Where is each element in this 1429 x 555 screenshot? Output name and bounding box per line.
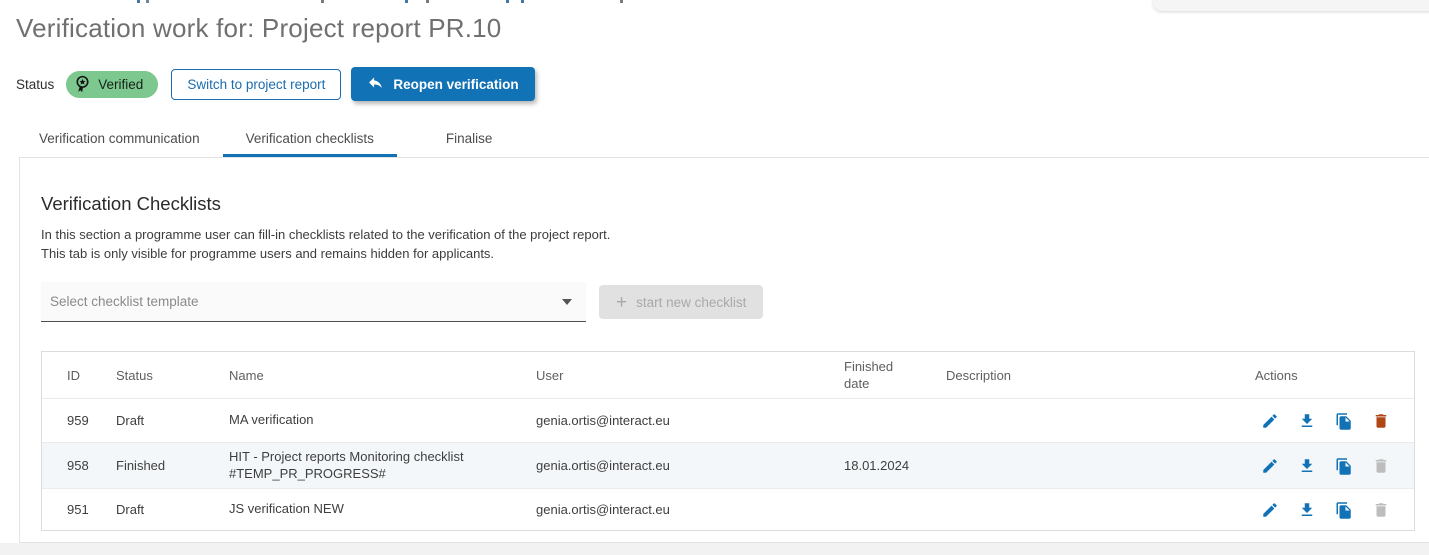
header-finished-date: Finished date (844, 358, 946, 392)
clipped-text-fragment (506, 0, 509, 3)
table-row: 958 Finished HIT - Project reports Monit… (42, 442, 1414, 488)
header-name: Name (229, 368, 536, 383)
undo-arrow-icon (367, 74, 384, 94)
delete-trash-icon-disabled[interactable] (1372, 457, 1390, 475)
download-icon[interactable] (1298, 412, 1316, 430)
checklist-controls: Select checklist template + start new ch… (41, 282, 1429, 322)
clipped-text-fragment (620, 0, 623, 3)
section-description-line1: In this section a programme user can fil… (41, 226, 1429, 245)
row-name: HIT - Project reports Monitoring checkli… (229, 449, 536, 482)
row-finished-date: 18.01.2024 (844, 458, 946, 473)
row-id: 951 (42, 502, 116, 517)
copy-document-icon[interactable] (1335, 501, 1353, 519)
edit-pencil-icon[interactable] (1261, 501, 1279, 519)
row-name: JS verification NEW (229, 501, 536, 518)
clipped-text-fragment (321, 0, 324, 3)
status-badge: Verified (66, 71, 158, 98)
tab-verification-checklists[interactable]: Verification checklists (223, 120, 397, 157)
clipped-text-fragment (521, 0, 524, 3)
section-heading: Verification Checklists (41, 193, 1429, 215)
table-row: 959 Draft MA verification genia.ortis@in… (42, 398, 1414, 442)
row-id: 958 (42, 458, 116, 473)
row-user: genia.ortis@interact.eu (536, 502, 844, 517)
checklist-template-select[interactable]: Select checklist template (41, 282, 586, 322)
tab-verification-communication[interactable]: Verification communication (16, 120, 223, 157)
table-row: 951 Draft JS verification NEW genia.orti… (42, 488, 1414, 530)
table-header-row: ID Status Name User Finished date Descri… (42, 352, 1414, 398)
status-badge-label: Verified (98, 77, 143, 92)
download-icon[interactable] (1298, 501, 1316, 519)
start-new-checklist-button[interactable]: + start new checklist (599, 285, 763, 319)
tab-finalise[interactable]: Finalise (423, 120, 516, 157)
tab-bar: Verification communication Verification … (16, 120, 515, 157)
row-user: genia.ortis@interact.eu (536, 458, 844, 473)
edit-pencil-icon[interactable] (1261, 412, 1279, 430)
row-user: genia.ortis@interact.eu (536, 413, 844, 428)
clipped-text-fragment (426, 0, 429, 3)
header-description: Description (946, 368, 1255, 383)
caret-down-icon (562, 299, 572, 305)
header-id: ID (42, 368, 116, 383)
copy-document-icon[interactable] (1335, 412, 1353, 430)
tab-content-panel: Verification Checklists In this section … (19, 157, 1429, 543)
clipped-text-fragment (137, 0, 140, 3)
reopen-verification-button[interactable]: Reopen verification (351, 67, 534, 101)
start-new-checklist-label: start new checklist (636, 295, 746, 310)
header-actions: Actions (1255, 368, 1414, 383)
page-bottom-background (0, 543, 1429, 555)
edit-pencil-icon[interactable] (1261, 457, 1279, 475)
page-title: Verification work for: Project report PR… (16, 13, 501, 44)
row-id: 959 (42, 413, 116, 428)
clipped-text-fragment (146, 0, 149, 3)
plus-icon: + (616, 293, 627, 312)
row-status: Draft (116, 413, 229, 428)
medal-icon (72, 74, 93, 95)
reopen-verification-label: Reopen verification (393, 77, 518, 92)
checklists-table: ID Status Name User Finished date Descri… (41, 351, 1415, 531)
header-user: User (536, 368, 844, 383)
switch-to-project-report-button[interactable]: Switch to project report (171, 69, 341, 100)
status-label: Status (16, 77, 54, 92)
row-status: Finished (116, 458, 229, 473)
section-description-line2: This tab is only visible for programme u… (41, 245, 1429, 264)
status-toolbar: Status Verified Switch to project report… (16, 66, 535, 102)
header-status: Status (116, 368, 229, 383)
delete-trash-icon-disabled[interactable] (1372, 501, 1390, 519)
copy-document-icon[interactable] (1335, 457, 1353, 475)
clipped-top-right-panel (1153, 0, 1429, 11)
download-icon[interactable] (1298, 457, 1316, 475)
row-name: MA verification (229, 412, 536, 429)
row-status: Draft (116, 502, 229, 517)
checklist-template-select-placeholder: Select checklist template (50, 294, 199, 309)
delete-trash-icon[interactable] (1372, 412, 1390, 430)
clipped-text-fragment (405, 0, 408, 3)
